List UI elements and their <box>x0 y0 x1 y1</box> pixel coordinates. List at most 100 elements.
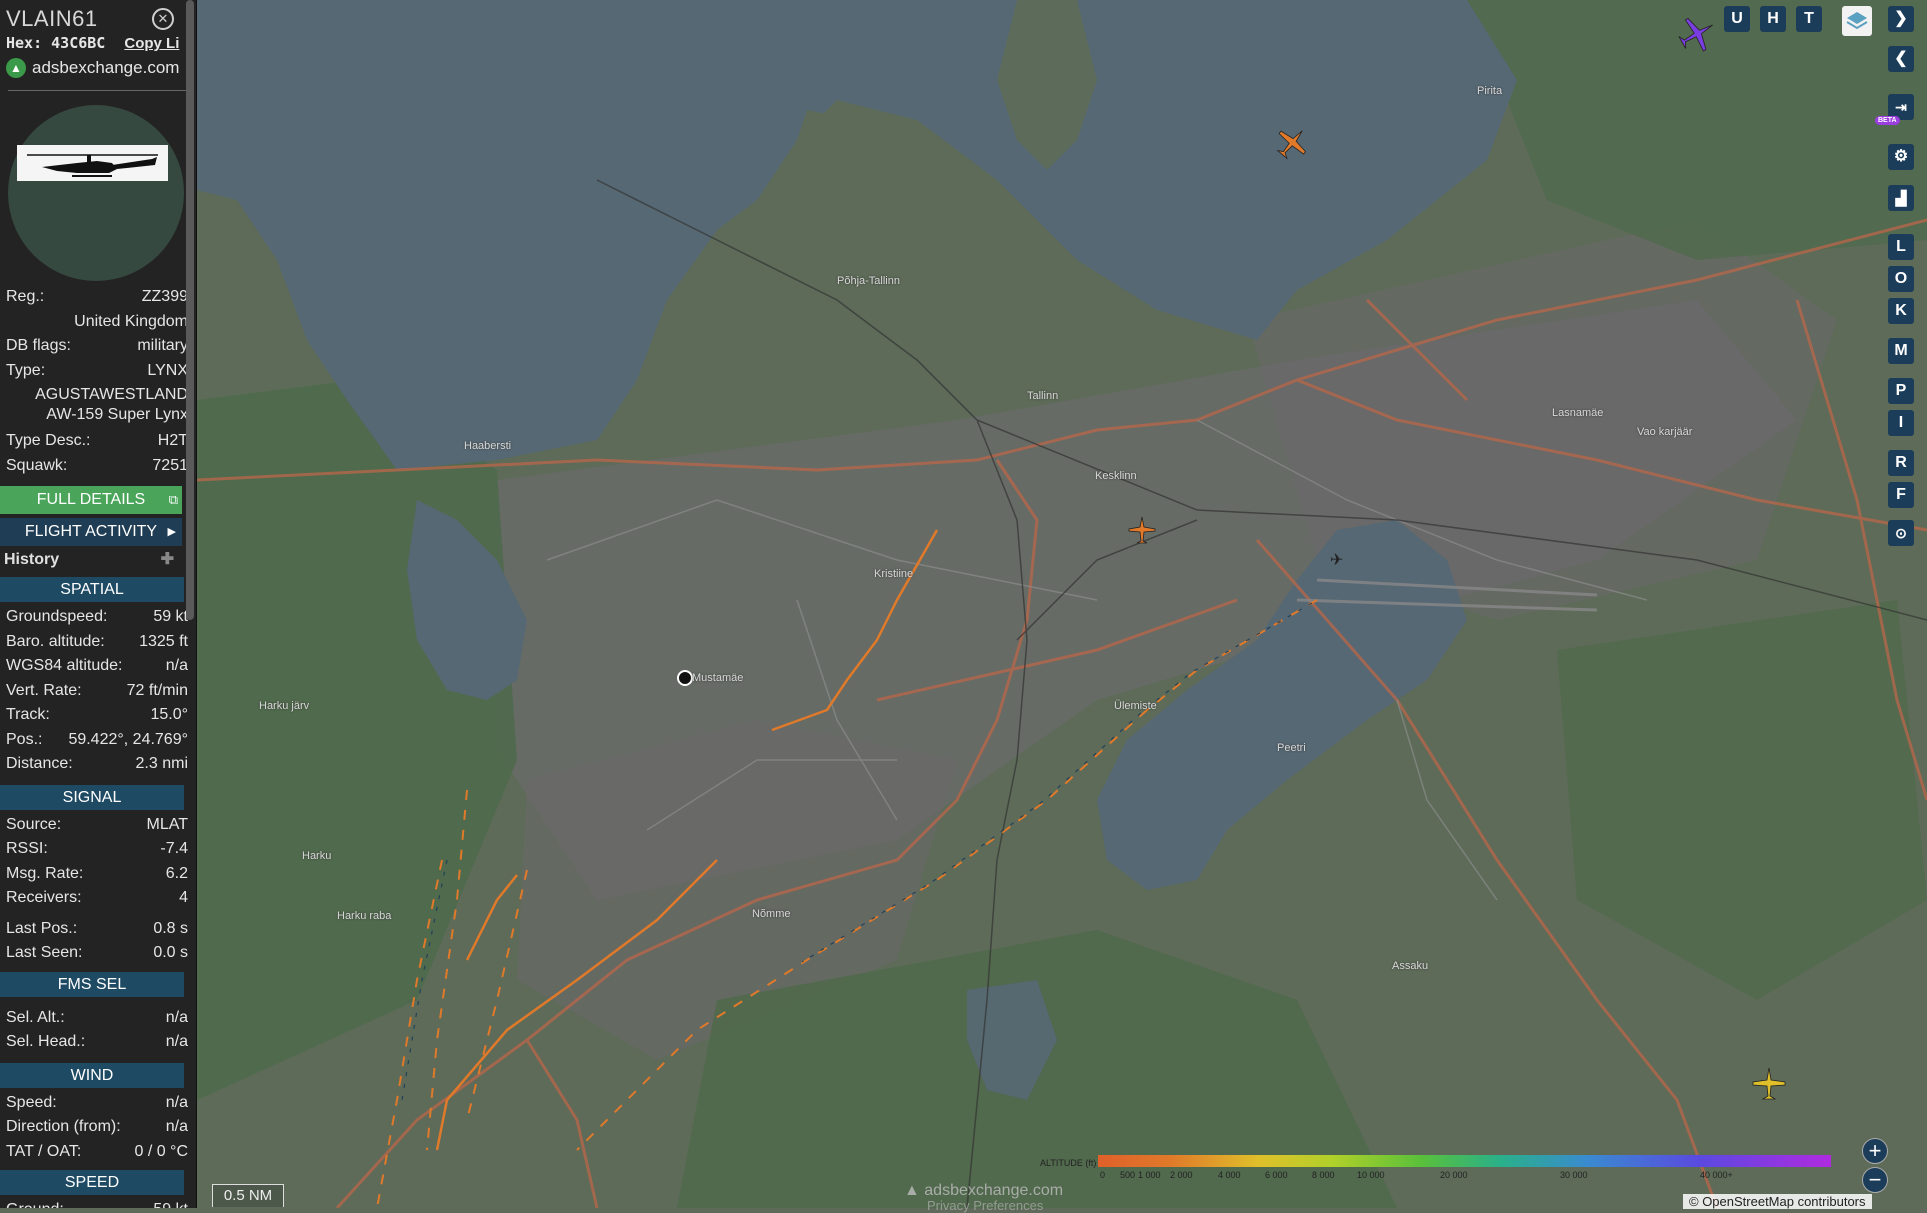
info-value: 59.422°, 24.769° <box>68 730 188 748</box>
scale-bar: 0.5 NM <box>212 1184 284 1207</box>
layers-button[interactable] <box>1842 6 1872 36</box>
chart-icon: ▟ <box>1895 190 1907 206</box>
detail-row: United Kingdom <box>74 312 188 330</box>
settings-button[interactable]: ⚙ <box>1888 144 1914 170</box>
info-value: 0.8 s <box>153 919 188 937</box>
map-canvas[interactable]: Põhja-Tallinn Tallinn Kesklinn Haabersti Kri… <box>196 0 1927 1213</box>
replay-button[interactable]: ⊙ <box>1888 520 1914 546</box>
info-value: 59 kt <box>153 608 188 625</box>
aircraft-photo[interactable] <box>17 145 168 181</box>
close-icon[interactable]: ✕ <box>152 8 174 30</box>
toggle-h-button[interactable]: H <box>1760 6 1786 32</box>
toggle-t-button[interactable]: T <box>1796 6 1822 32</box>
info-row: Track: 15.0° <box>0 703 196 728</box>
map-place-label: Lasnamäe <box>1552 407 1604 419</box>
info-label: RSSI: <box>6 840 48 857</box>
detail-row: Squawk: 7251 <box>6 456 188 474</box>
altitude-tick-label: 10 000 <box>1357 1170 1385 1180</box>
info-row: Direction (from): n/a <box>0 1115 196 1140</box>
adsbx-logo-icon: ▲ <box>6 58 26 78</box>
aircraft-yellow-icon[interactable] <box>1751 1066 1787 1102</box>
info-row: TAT / OAT: 0 / 0 °C <box>0 1140 196 1165</box>
stats-button[interactable]: ▟ <box>1888 185 1914 211</box>
type-full-model: AW-159 Super Lynx <box>46 406 188 423</box>
info-value: n/a <box>165 1033 188 1050</box>
replay-icon: ⊙ <box>1895 525 1907 541</box>
altitude-tick-label: 20 000 <box>1440 1170 1468 1180</box>
info-row: Last Pos.: 0.8 s <box>0 917 196 942</box>
toggle-letter-button[interactable]: L <box>1888 234 1914 260</box>
osm-attribution[interactable]: © OpenStreetMap contributors <box>1683 1194 1872 1209</box>
info-row: Sel. Alt.: n/a <box>0 1006 196 1031</box>
full-details-button[interactable]: FULL DETAILS ⧉ <box>0 486 182 514</box>
sidebar-scrollbar[interactable] <box>186 0 194 620</box>
altitude-tick-label: 30 000 <box>1560 1170 1588 1180</box>
aircraft-orange-icon[interactable] <box>1274 125 1310 161</box>
info-label: Receivers: <box>6 889 82 906</box>
toggle-letter-button[interactable]: I <box>1888 410 1914 436</box>
aircraft-info-panel: VLAIN61 ✕ Hex: 43C6BC Copy Li ▲ adsbexch… <box>0 0 197 1208</box>
privacy-preferences-link[interactable]: Privacy Preferences <box>927 1198 1043 1213</box>
beta-badge: BETA <box>1875 116 1900 125</box>
info-row: Distance: 2.3 nmi <box>0 752 196 777</box>
info-row: Receivers: 4 <box>0 886 196 911</box>
zoom-in-button[interactable]: + <box>1862 1138 1888 1164</box>
info-label: Distance: <box>6 755 73 772</box>
info-value: MLAT <box>146 815 188 833</box>
map-place-label: Kesklinn <box>1095 470 1137 482</box>
altitude-tick-label: 0 <box>1100 1170 1106 1180</box>
info-row: Sel. Head.: n/a <box>0 1030 196 1055</box>
detail-row: Type Desc.: H2T <box>6 432 188 449</box>
map-place-label: Vao karjäär <box>1637 426 1693 438</box>
info-row: Vert. Rate: 72 ft/min <box>0 679 196 704</box>
info-row: Source: MLAT <box>0 813 196 838</box>
map-place-label: Mustamäe <box>692 672 744 684</box>
info-value: 1325 ft <box>139 632 188 650</box>
map-place-label: Põhja-Tallinn <box>837 275 900 287</box>
info-value: n/a <box>165 657 188 674</box>
info-row: RSSI: -7.4 <box>0 837 196 862</box>
hex-value: 43C6BC <box>51 34 106 52</box>
info-value: 2.3 nmi <box>135 755 188 772</box>
info-label: Pos.: <box>6 730 43 748</box>
plus-icon: ✚ <box>160 551 174 568</box>
info-label: Source: <box>6 815 62 833</box>
map-place-label: Harku <box>302 850 332 862</box>
toggle-letter-button[interactable]: K <box>1888 298 1914 324</box>
info-value: 0.0 s <box>153 944 188 961</box>
info-value: n/a <box>165 1118 188 1135</box>
zoom-out-button[interactable]: − <box>1862 1167 1888 1193</box>
info-label: Last Seen: <box>6 944 83 961</box>
site-row[interactable]: ▲ adsbexchange.com <box>6 58 188 78</box>
info-label: Sel. Alt.: <box>6 1008 65 1026</box>
toggle-letter-button[interactable]: P <box>1888 378 1914 404</box>
expand-right-button[interactable]: ❯ <box>1888 6 1914 32</box>
copy-link[interactable]: Copy Li <box>124 35 179 52</box>
history-toggle[interactable]: History ✚ <box>0 546 182 574</box>
map-place-label: Ülemiste <box>1114 700 1157 712</box>
toggle-letter-button[interactable]: F <box>1888 482 1914 508</box>
toggle-letter-button[interactable]: M <box>1888 338 1914 364</box>
caret-right-icon: ▶ <box>167 526 176 538</box>
info-value: 59 kt <box>153 1198 188 1208</box>
map-place-label: Harku järv <box>259 700 310 712</box>
toggle-letter-button[interactable]: R <box>1888 450 1914 476</box>
toggle-letter-button[interactable]: O <box>1888 266 1914 292</box>
info-label: Baro. altitude: <box>6 632 105 650</box>
external-link-icon: ⧉ <box>168 492 178 507</box>
flight-activity-button[interactable]: FLIGHT ACTIVITY ▶ <box>0 518 182 546</box>
map-place-label: Tallinn <box>1027 390 1059 402</box>
altitude-tick-label: 500 <box>1120 1170 1136 1180</box>
section-fms-sel: FMS SEL <box>0 971 184 997</box>
aircraft-selected-icon[interactable] <box>1127 515 1157 545</box>
info-label: WGS84 altitude: <box>6 657 123 674</box>
info-label: Ground: <box>6 1198 64 1208</box>
chevron-right-icon: ❯ <box>1894 10 1908 27</box>
toggle-u-button[interactable]: U <box>1724 6 1750 32</box>
altitude-gradient <box>1098 1155 1831 1167</box>
hex-label: Hex: <box>6 34 43 52</box>
type-full-name: AGUSTAWESTLAND <box>35 386 188 403</box>
detail-row: DB flags: military <box>6 337 188 354</box>
aircraft-purple-icon[interactable] <box>1677 14 1717 54</box>
collapse-left-button[interactable]: ❮ <box>1888 46 1914 72</box>
